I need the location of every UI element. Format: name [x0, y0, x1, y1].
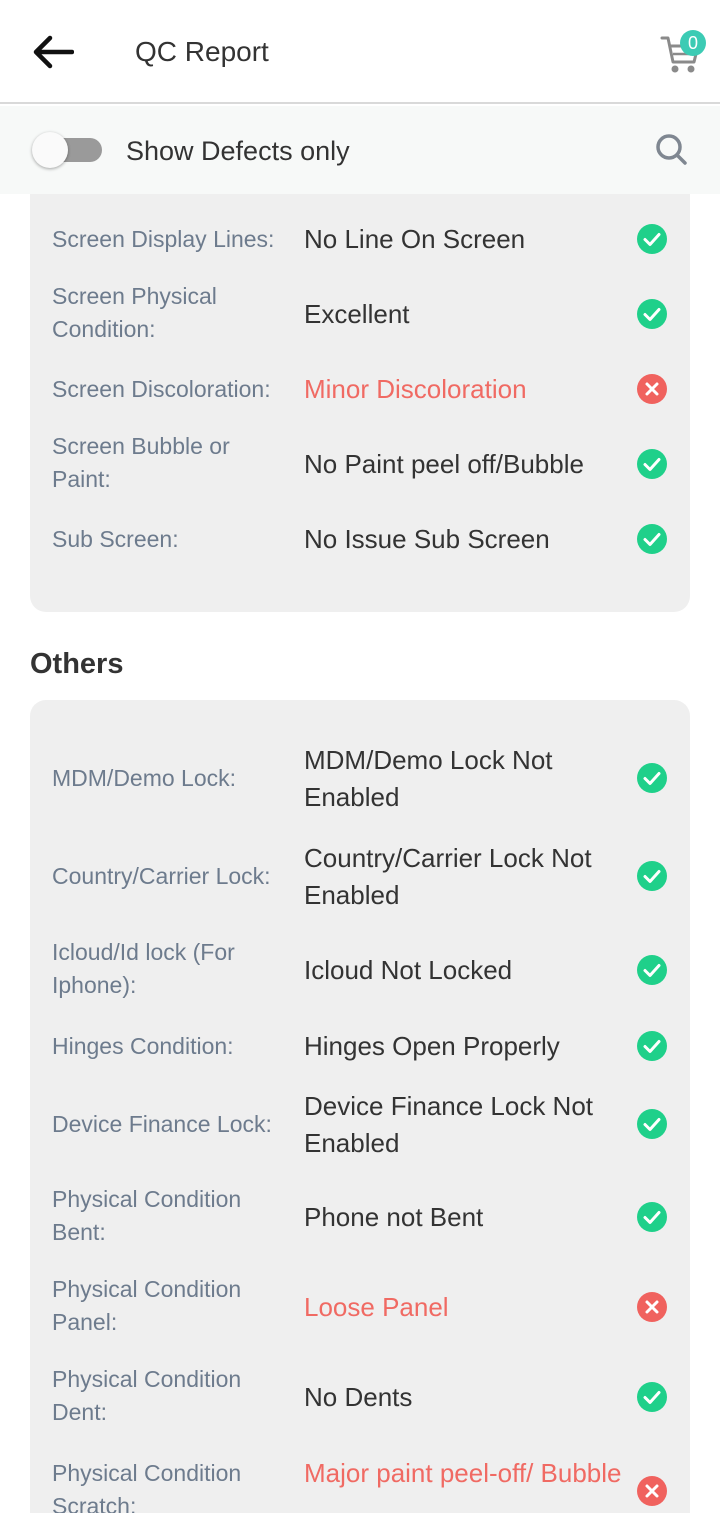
check-circle-icon — [637, 1031, 667, 1061]
check-value: No Dents — [304, 1382, 413, 1412]
check-circle-icon — [637, 861, 667, 891]
check-circle-icon — [637, 763, 667, 793]
check-value: Device Finance Lock Not Enabled — [304, 1091, 594, 1158]
check-circle-icon — [637, 299, 667, 329]
page-title: QC Report — [135, 36, 269, 67]
check-circle-icon — [637, 1202, 667, 1232]
show-defects-label: Show Defects only — [126, 136, 350, 166]
cart-count-badge: 0 — [680, 30, 706, 56]
x-circle-icon — [637, 1476, 667, 1506]
check-circle-icon — [637, 1109, 667, 1139]
check-value: Country/Carrier Lock Not Enabled — [304, 843, 592, 910]
search-icon — [656, 134, 687, 165]
check-label: Screen Bubble or Paint: — [52, 433, 230, 492]
check-label: MDM/Demo Lock: — [52, 765, 237, 791]
x-circle-icon — [637, 374, 667, 404]
check-value: Phone not Bent — [304, 1202, 484, 1232]
section-title-others: Others — [30, 648, 124, 680]
toggle-knob — [32, 132, 68, 168]
check-label: Icloud/Id lock (For Iphone): — [52, 939, 235, 998]
check-label: Hinges Condition: — [52, 1033, 234, 1059]
check-value: Loose Panel — [304, 1292, 449, 1322]
check-value: Major paint peel-off/ Bubble — [304, 1458, 622, 1488]
check-circle-icon — [637, 449, 667, 479]
check-value: No Line On Screen — [304, 224, 526, 254]
check-value: Hinges Open Properly — [304, 1031, 560, 1061]
app-bar — [0, 0, 720, 104]
check-label: Screen Discoloration: — [52, 376, 271, 402]
check-circle-icon — [637, 1382, 667, 1412]
check-label: Physical Condition Dent: — [52, 1366, 242, 1425]
back-button[interactable] — [28, 30, 76, 74]
check-label: Sub Screen: — [52, 526, 179, 552]
filter-bar — [0, 106, 720, 194]
x-circle-icon — [637, 1292, 667, 1322]
check-label: Physical Condition Bent: — [52, 1186, 242, 1245]
check-value: No Paint peel off/Bubble — [304, 449, 584, 479]
check-label: Screen Physical Condition: — [52, 283, 217, 342]
arrow-left-icon — [33, 35, 74, 69]
check-label: Screen Display Lines: — [52, 226, 275, 252]
check-circle-icon — [637, 224, 667, 254]
check-label: Country/Carrier Lock: — [52, 863, 271, 889]
show-defects-toggle[interactable] — [32, 132, 102, 168]
check-circle-icon — [637, 955, 667, 985]
search-button[interactable] — [652, 130, 692, 170]
check-label: Physical Condition Panel: — [52, 1276, 242, 1335]
check-value: Minor Discoloration — [304, 374, 527, 404]
check-label: Device Finance Lock: — [52, 1111, 272, 1137]
check-value: MDM/Demo Lock Not Enabled — [304, 745, 553, 812]
check-value: Icloud Not Locked — [304, 955, 513, 985]
check-circle-icon — [637, 524, 667, 554]
check-value: No Issue Sub Screen — [304, 524, 550, 554]
check-label: Physical Condition Scratch: — [52, 1460, 242, 1513]
check-value: Excellent — [304, 299, 410, 329]
